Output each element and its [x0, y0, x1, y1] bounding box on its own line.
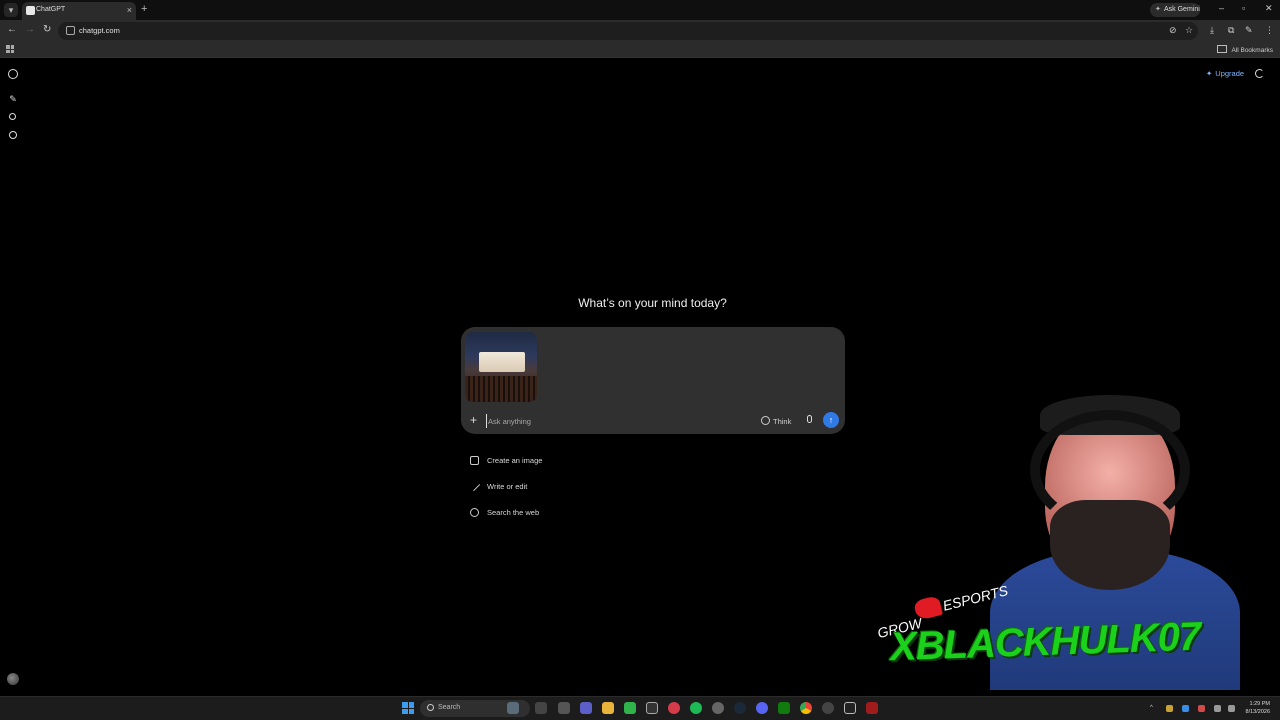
- prompt-input[interactable]: [486, 414, 706, 428]
- suggestion-search-web[interactable]: Search the web: [470, 507, 560, 519]
- image-icon: [470, 456, 479, 465]
- chatgpt-favicon-icon: [26, 6, 35, 15]
- maximize-icon[interactable]: ▫: [1242, 3, 1245, 13]
- clock-date[interactable]: 8/13/2026: [1246, 709, 1270, 715]
- file-explorer-icon[interactable]: [602, 702, 614, 714]
- teams-icon[interactable]: [580, 702, 592, 714]
- send-button[interactable]: ↑: [823, 412, 839, 428]
- download-icon[interactable]: ⤓: [1210, 25, 1214, 36]
- steam-icon[interactable]: [734, 702, 746, 714]
- suggestion-label: Write or edit: [487, 482, 528, 491]
- tab-close-icon[interactable]: ×: [127, 5, 132, 15]
- obs-icon[interactable]: [822, 702, 834, 714]
- new-tab-button[interactable]: +: [141, 3, 147, 15]
- tray-app-icon[interactable]: [1182, 705, 1189, 712]
- task-view-icon[interactable]: [535, 702, 547, 714]
- discord-icon[interactable]: [756, 702, 768, 714]
- browser-toolbar: ← → ↻ chatgpt.com ⊘ ☆ ⤓ ⧉ ✎ ⋮: [0, 20, 1280, 42]
- apps-grid-icon[interactable]: [6, 45, 14, 53]
- all-bookmarks-button[interactable]: All Bookmarks: [1217, 45, 1273, 54]
- close-window-icon[interactable]: ✕: [1265, 3, 1273, 14]
- capcut-icon[interactable]: [558, 702, 570, 714]
- volume-icon[interactable]: [1228, 705, 1235, 712]
- clock-time[interactable]: 1:29 PM: [1250, 701, 1270, 707]
- address-bar[interactable]: chatgpt.com: [58, 22, 1198, 40]
- streaming-app-icon[interactable]: [866, 702, 878, 714]
- think-toggle[interactable]: Think: [761, 416, 791, 426]
- site-info-icon[interactable]: [66, 26, 75, 35]
- suggestion-label: Create an image: [487, 456, 543, 465]
- pencil-icon: [468, 479, 481, 492]
- reload-icon[interactable]: ↻: [43, 24, 51, 35]
- avatar[interactable]: [7, 673, 19, 685]
- tab-search-chevron-icon[interactable]: ▾: [4, 3, 18, 17]
- temporary-chat-icon[interactable]: [1255, 69, 1264, 78]
- image-attachment-thumbnail[interactable]: [465, 332, 537, 402]
- microphone-icon[interactable]: [807, 415, 812, 423]
- forward-icon[interactable]: →: [25, 24, 35, 35]
- tab-chatgpt[interactable]: ChatGPT ×: [22, 2, 136, 20]
- headset-icon: [1030, 410, 1190, 530]
- search-chats-icon[interactable]: [9, 113, 16, 120]
- suggestion-label: Search the web: [487, 508, 540, 517]
- composer: + Think ↑: [461, 327, 845, 434]
- minimize-icon[interactable]: –: [1219, 3, 1224, 13]
- tab-strip: ▾ ChatGPT × + Ask Gemini – ▫ ✕: [0, 0, 1280, 20]
- openai-logo-icon[interactable]: [8, 69, 18, 79]
- search-icon: [427, 704, 434, 711]
- url-text[interactable]: chatgpt.com: [79, 26, 120, 35]
- menu-kebab-icon[interactable]: ⋮: [1265, 25, 1274, 36]
- cinema-seats: [465, 376, 537, 402]
- globe-icon: [470, 508, 479, 517]
- tray-chevron-icon[interactable]: ^: [1150, 705, 1157, 712]
- extensions-icon[interactable]: ⧉: [1228, 25, 1234, 36]
- xbox-icon[interactable]: [778, 702, 790, 714]
- page-title: What’s on your mind today?: [578, 296, 727, 310]
- network-icon[interactable]: [1214, 705, 1221, 712]
- taskbar-search-label: Search: [438, 704, 461, 711]
- whatsapp-icon[interactable]: [624, 702, 636, 714]
- eye-off-icon[interactable]: ⊘: [1169, 25, 1177, 36]
- new-chat-icon[interactable]: ✎: [8, 94, 18, 104]
- spotify-icon[interactable]: [690, 702, 702, 714]
- taskbar: Search ^ 1:29 PM 8/13/2026: [0, 696, 1280, 720]
- upgrade-button[interactable]: Upgrade: [1206, 69, 1244, 78]
- notes-icon[interactable]: [646, 702, 658, 714]
- bookmarks-bar: All Bookmarks: [0, 42, 1280, 58]
- ask-gemini-button[interactable]: Ask Gemini: [1150, 3, 1200, 17]
- back-icon[interactable]: ←: [7, 24, 17, 35]
- opera-icon[interactable]: [668, 702, 680, 714]
- bookmark-star-icon[interactable]: ☆: [1185, 25, 1193, 36]
- windows-start-icon[interactable]: [402, 702, 414, 714]
- suggestion-create-image[interactable]: Create an image: [470, 455, 560, 467]
- tray-app-icon[interactable]: [1198, 705, 1205, 712]
- suggestion-write-edit[interactable]: Write or edit: [468, 479, 550, 493]
- chat-bubble-icon[interactable]: [9, 131, 17, 139]
- game-icon[interactable]: [712, 702, 724, 714]
- add-attachment-icon[interactable]: +: [470, 414, 477, 426]
- cinema-screen: [479, 352, 525, 372]
- editor-icon[interactable]: [844, 702, 856, 714]
- widgets-icon[interactable]: [507, 702, 519, 714]
- tray-app-icon[interactable]: [1166, 705, 1173, 712]
- eyedropper-icon[interactable]: ✎: [1245, 25, 1253, 36]
- tab-title: ChatGPT: [36, 6, 66, 13]
- chrome-icon[interactable]: [800, 702, 812, 714]
